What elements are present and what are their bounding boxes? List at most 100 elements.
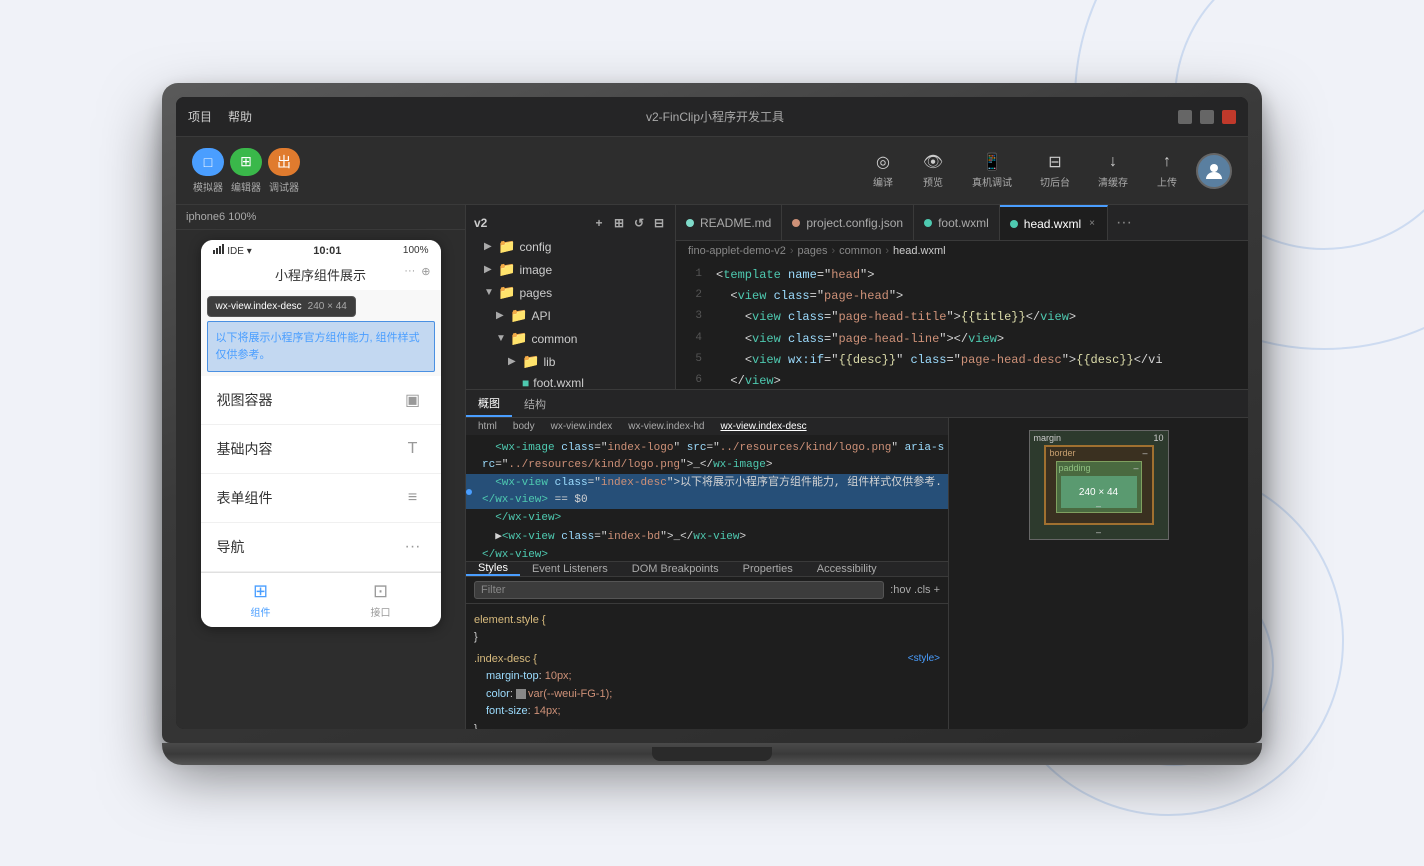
tree-item-config[interactable]: ▶ 📁 config (466, 235, 675, 258)
tab-dot-md (686, 219, 694, 227)
source-panel[interactable]: <wx-image class="index-logo" src="../res… (466, 435, 948, 561)
tooltip-component: wx-view.index-desc (216, 301, 302, 312)
line-content: <template name="head"> (712, 266, 874, 285)
tree-item-lib[interactable]: ▶ 📁 lib (466, 350, 675, 373)
real-test-button[interactable]: 📱 真机调试 (962, 149, 1022, 193)
menu-item-view-container[interactable]: 视图容器 ▣ (201, 376, 441, 425)
tab-close-icon[interactable]: × (1087, 216, 1097, 231)
editor-mode-button[interactable]: ⊞ 编辑器 (230, 148, 262, 194)
elements-tag-wx-view-index-desc[interactable]: wx-view.index-desc (716, 420, 810, 433)
background-icon: ⊟ (1044, 153, 1066, 171)
tree-item-pages[interactable]: ▼ 📁 pages (466, 281, 675, 304)
menu-item-help[interactable]: 帮助 (228, 108, 252, 125)
bottom-tab-structure[interactable]: 结构 (512, 390, 558, 417)
tree-refresh[interactable]: ↺ (631, 215, 647, 231)
styles-tab-styles[interactable]: Styles (466, 562, 520, 576)
preview-button[interactable]: 👁 预览 (912, 149, 954, 193)
upload-button[interactable]: ↑ 上传 (1146, 149, 1188, 193)
line-indicator (466, 529, 474, 546)
compile-button[interactable]: ◎ 编译 (862, 149, 904, 193)
folder-icon: 📁 (510, 307, 527, 324)
menu-item-project[interactable]: 项目 (188, 108, 212, 125)
style-prop: color (486, 688, 510, 700)
styles-tab-events[interactable]: Event Listeners (520, 562, 620, 576)
styles-tab-accessibility[interactable]: Accessibility (805, 562, 889, 576)
line-indicator-active (466, 475, 474, 508)
tab-project-config[interactable]: project.config.json (782, 205, 914, 240)
left-panel: iphone6 100% IDE ▾ (176, 205, 466, 729)
editor-section: v2 + ⊞ ↺ ⊟ ▶ 📁 (466, 205, 1248, 729)
debug-label: 调试器 (269, 179, 299, 194)
folder-icon: 📁 (510, 330, 527, 347)
nav-api[interactable]: ⊡ 接口 (321, 573, 441, 627)
tree-collapse[interactable]: ⊟ (651, 215, 667, 231)
app-title: v2-FinClip小程序开发工具 (252, 108, 1178, 125)
bottom-panel: 概图 结构 html body wx-view.index (466, 389, 1248, 729)
bottom-tab-overview[interactable]: 概图 (466, 390, 512, 417)
chevron-right-icon: ▶ (508, 356, 518, 367)
mode-buttons: □ 模拟器 ⊞ 编辑器 出 调试器 (192, 148, 300, 194)
tab-readme[interactable]: README.md (676, 205, 782, 240)
styles-tab-props[interactable]: Properties (731, 562, 805, 576)
line-indicator (466, 510, 474, 527)
style-value: 14px; (534, 705, 561, 717)
clear-cache-button[interactable]: ↓ 清缓存 (1088, 149, 1138, 193)
pseudo-filter[interactable]: :hov .cls + (890, 584, 940, 596)
tab-head-wxml[interactable]: head.wxml × (1000, 205, 1108, 240)
debug-mode-button[interactable]: 出 调试器 (268, 148, 300, 194)
elements-tag-html[interactable]: html (474, 420, 501, 433)
menu-item-nav[interactable]: 导航 ··· (201, 523, 441, 572)
styles-section: element.style { } .index-desc { <style> (466, 604, 948, 730)
background-label: 切后台 (1040, 174, 1070, 189)
styles-filter-bar: :hov .cls + (466, 577, 948, 604)
elements-tag-wx-view-index[interactable]: wx-view.index (547, 420, 617, 433)
titlebar-expand[interactable]: ⊕ (421, 265, 430, 278)
simulator-mode-button[interactable]: □ 模拟器 (192, 148, 224, 194)
maximize-button[interactable] (1200, 110, 1214, 124)
tree-item-api[interactable]: ▶ 📁 API (466, 304, 675, 327)
phone-status-bar: IDE ▾ 10:01 100% (201, 240, 441, 261)
styles-tab-dom[interactable]: DOM Breakpoints (620, 562, 731, 576)
nav-component[interactable]: ⊞ 组件 (201, 573, 321, 627)
color-swatch (516, 689, 526, 699)
menu-item-basic-content[interactable]: 基础内容 T (201, 425, 441, 474)
tree-item-common[interactable]: ▼ 📁 common (466, 327, 675, 350)
tab-label-head: head.wxml (1024, 217, 1081, 231)
border-value: – (1142, 448, 1147, 458)
preview-icon: 👁 (922, 153, 944, 171)
tree-item-foot-wxml[interactable]: ■ foot.wxml (466, 373, 675, 389)
menu-item-label: 导航 (217, 537, 245, 557)
status-battery: 100% (403, 245, 429, 256)
upload-label: 上传 (1157, 174, 1177, 189)
tree-new-folder[interactable]: ⊞ (611, 215, 627, 231)
tab-foot-wxml[interactable]: foot.wxml (914, 205, 1000, 240)
style-rule-index-desc: .index-desc { <style> margin-top: 10px; … (474, 651, 940, 729)
style-value: var(--weui-FG-1); (528, 688, 612, 700)
code-editor[interactable]: 1 <template name="head"> 2 <view class="… (676, 261, 1248, 389)
highlighted-text: 以下将展示小程序官方组件能力, 组件样式仅供参考。 (216, 330, 426, 363)
style-close: } (474, 723, 478, 729)
chevron-right-icon: ▶ (496, 310, 506, 321)
styles-filter-input[interactable] (474, 581, 884, 599)
close-button[interactable] (1222, 110, 1236, 124)
code-line-2: 2 <view class="page-head"> (676, 286, 1248, 307)
minimize-button[interactable] (1178, 110, 1192, 124)
tree-new-file[interactable]: + (591, 215, 607, 231)
editor-icon: ⊞ (230, 148, 262, 176)
background-button[interactable]: ⊟ 切后台 (1030, 149, 1080, 193)
elements-tag-body[interactable]: body (509, 420, 539, 433)
tree-item-label: foot.wxml (533, 376, 584, 389)
menu-item-icon: ··· (401, 535, 425, 559)
source-content: <wx-image class="index-logo" src="../res… (474, 440, 948, 473)
tree-header: v2 + ⊞ ↺ ⊟ (466, 211, 675, 235)
titlebar-dots[interactable]: ··· (404, 265, 415, 278)
elements-tag-wx-view-index-hd[interactable]: wx-view.index-hd (624, 420, 708, 433)
tab-overflow-menu[interactable]: ··· (1108, 214, 1140, 232)
box-model-border: border – padding – (1044, 445, 1154, 525)
style-source-link[interactable]: <style> (908, 651, 940, 667)
user-avatar[interactable] (1196, 153, 1232, 189)
menu-item-form[interactable]: 表单组件 ≡ (201, 474, 441, 523)
tree-item-image[interactable]: ▶ 📁 image (466, 258, 675, 281)
phone-menu: 视图容器 ▣ 基础内容 T 表单组件 ≡ (201, 376, 441, 572)
box-model-outer: margin 10 border – paddi (1029, 430, 1169, 540)
